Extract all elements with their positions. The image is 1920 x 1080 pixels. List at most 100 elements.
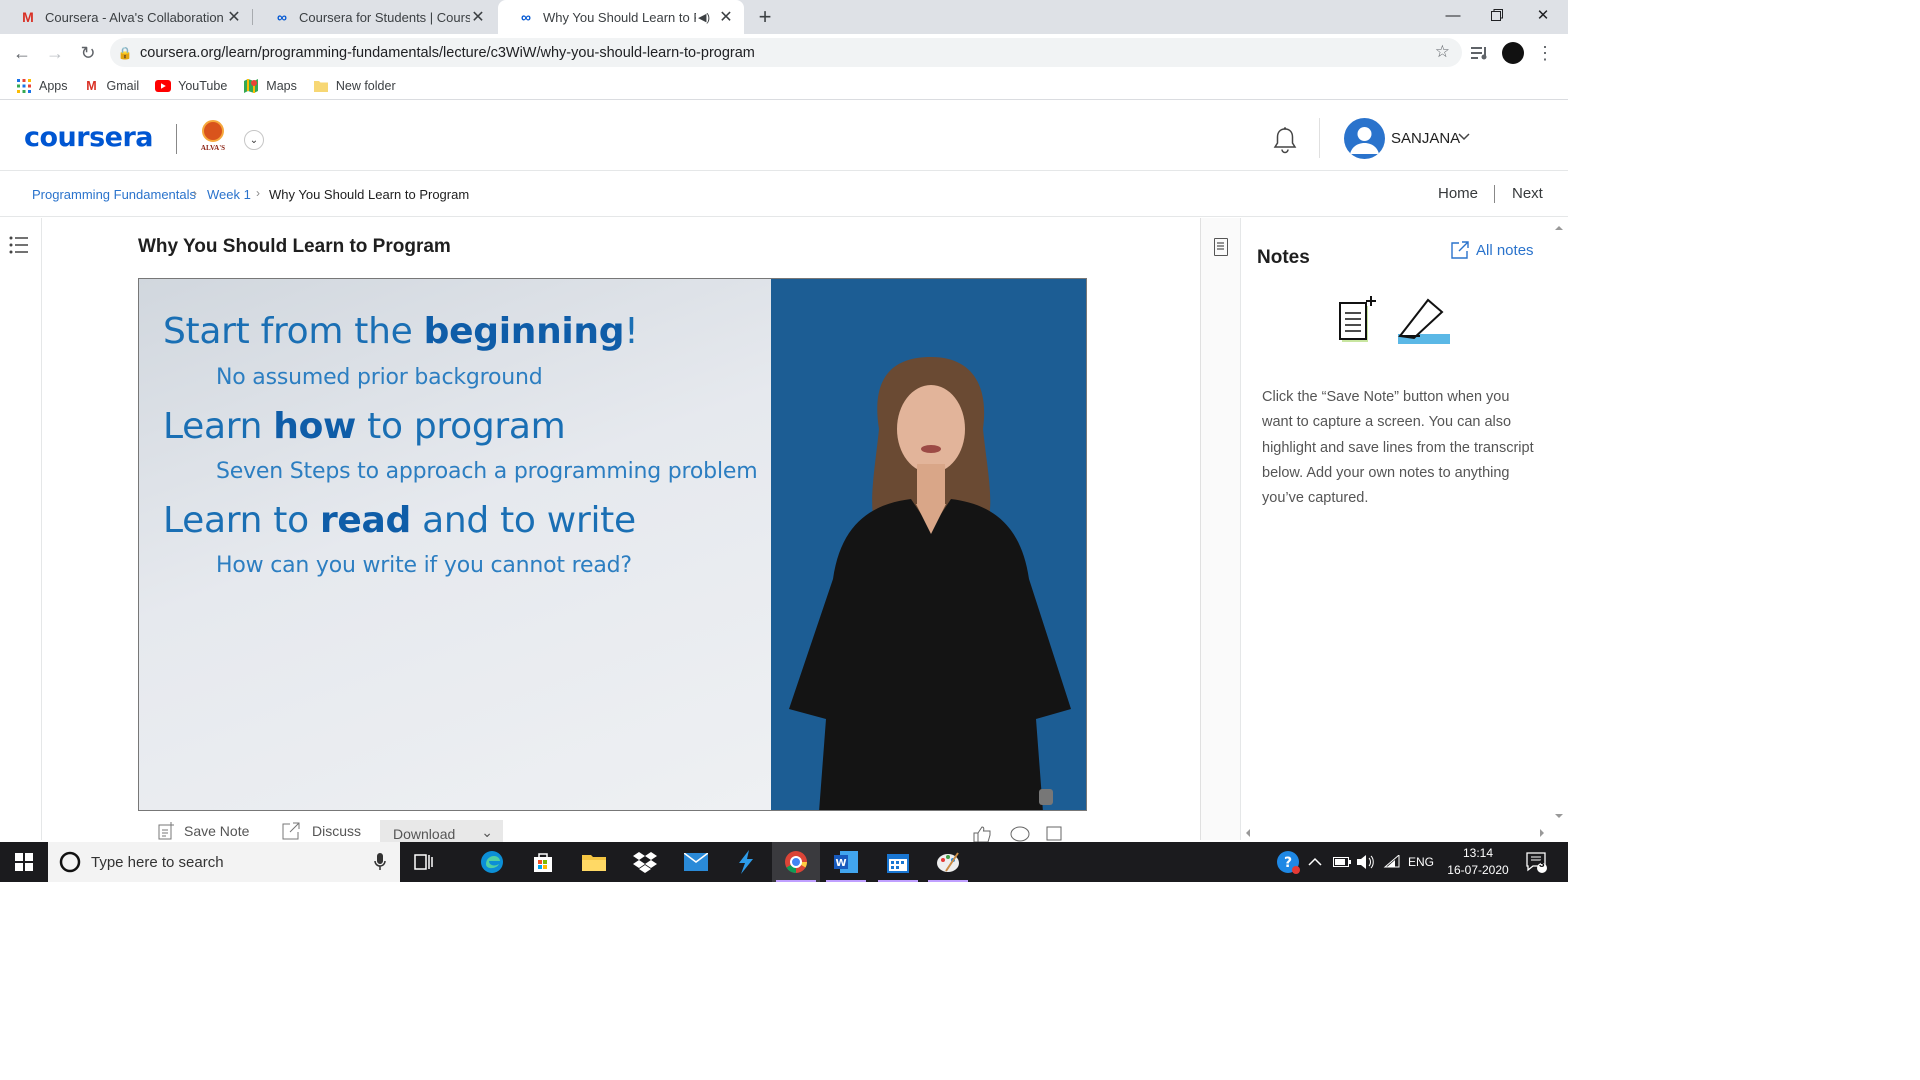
notification-bell-icon[interactable] <box>1272 126 1298 154</box>
tab-title: Why You Should Learn to Pro <box>543 9 696 25</box>
chrome-icon[interactable] <box>772 842 820 882</box>
speaker-icon[interactable]: ◀) <box>696 11 712 24</box>
address-bar[interactable]: 🔒 coursera.org/learn/programming-fundame… <box>110 38 1462 67</box>
home-link[interactable]: Home <box>1438 185 1478 202</box>
bookmark-new-folder[interactable]: New folder <box>313 78 396 94</box>
chevron-down-icon[interactable]: ⌄ <box>244 130 264 150</box>
external-link-icon <box>282 822 300 840</box>
discuss-button[interactable]: Discuss <box>282 822 361 840</box>
language-indicator[interactable]: ENG <box>1408 842 1434 882</box>
back-button[interactable]: ← <box>10 41 34 65</box>
menu-kebab-icon[interactable]: ⋮ <box>1533 41 1557 65</box>
taskbar-clock[interactable]: 13:14 16-07-2020 <box>1444 845 1512 879</box>
video-player[interactable]: Start from the beginning! No assumed pri… <box>138 278 1087 811</box>
horizontal-scrollbar[interactable] <box>1242 826 1550 840</box>
gmail-icon: M <box>86 78 97 93</box>
alvas-emblem-icon <box>202 120 224 142</box>
folder-icon <box>313 78 329 94</box>
username[interactable]: SANJANA <box>1391 130 1460 147</box>
task-view-icon[interactable] <box>400 842 448 882</box>
breadcrumb: Programming Fundamentals › Week 1 › Why … <box>0 171 1568 217</box>
forward-button[interactable]: → <box>43 41 67 65</box>
notes-icon[interactable] <box>1214 238 1228 256</box>
breadcrumb-current: Why You Should Learn to Program <box>269 187 470 202</box>
breadcrumb-course[interactable]: Programming Fundamentals <box>32 187 196 202</box>
user-avatar[interactable] <box>1344 118 1385 159</box>
volume-icon[interactable] <box>1357 842 1375 882</box>
course-outline-icon[interactable] <box>9 236 29 254</box>
close-icon[interactable]: ✕ <box>470 7 486 27</box>
flag-icon <box>1046 826 1062 841</box>
profile-avatar[interactable] <box>1502 42 1524 64</box>
lock-icon: 🔒 <box>117 45 133 60</box>
divider <box>1494 185 1495 203</box>
microphone-icon <box>374 853 386 870</box>
slide-subheading: No assumed prior background <box>216 365 543 390</box>
media-control-icon[interactable] <box>1468 41 1492 65</box>
help-icon[interactable]: ? <box>1276 842 1300 882</box>
close-icon[interactable]: ✕ <box>718 7 734 27</box>
windows-start-button[interactable] <box>0 842 48 882</box>
taskbar-search-box[interactable]: Type here to search <box>48 842 400 882</box>
chevron-up-icon[interactable] <box>1308 842 1322 882</box>
all-notes-link[interactable]: All notes <box>1451 241 1534 259</box>
bookmark-star-icon[interactable]: ☆ <box>1435 42 1450 62</box>
bookmark-label: Maps <box>266 78 297 93</box>
slide-subheading: How can you write if you cannot read? <box>216 553 632 578</box>
dropbox-icon[interactable] <box>621 842 669 882</box>
battery-icon[interactable] <box>1333 842 1351 882</box>
gmail-icon: M <box>22 9 34 25</box>
notes-rail <box>1201 218 1241 840</box>
lecture-title: Why You Should Learn to Program <box>138 236 451 257</box>
cortana-icon <box>59 851 81 873</box>
download-dropdown[interactable]: Download ⌄ <box>380 820 503 842</box>
store-icon[interactable] <box>519 842 567 882</box>
bookmark-gmail[interactable]: M Gmail <box>84 78 140 94</box>
file-explorer-icon[interactable] <box>570 842 618 882</box>
close-window-button[interactable]: ✕ <box>1520 0 1566 30</box>
paint-icon[interactable] <box>924 842 972 882</box>
bookmark-label: YouTube <box>178 78 228 93</box>
mail-icon[interactable] <box>672 842 720 882</box>
browser-tab[interactable]: ∞ Coursera for Students | Coursera ✕ <box>254 0 496 34</box>
bookmark-label: Apps <box>39 78 68 93</box>
next-link[interactable]: Next <box>1512 185 1543 202</box>
wifi-icon[interactable] <box>1383 842 1401 882</box>
comment-button[interactable] <box>1010 826 1030 842</box>
action-center-icon[interactable]: 3 <box>1526 842 1548 882</box>
browser-tab[interactable]: M Coursera - Alva's Collaboration - ✕ <box>0 0 252 34</box>
flag-button[interactable] <box>1046 826 1062 842</box>
save-note-button[interactable]: Save Note <box>158 822 249 840</box>
chevron-down-icon[interactable] <box>1458 130 1470 144</box>
reload-button[interactable]: ↻ <box>76 41 100 65</box>
edge-icon[interactable] <box>468 842 516 882</box>
minimize-button[interactable]: — <box>1430 0 1476 30</box>
scrollbar[interactable] <box>1550 218 1568 840</box>
slide-heading: Start from the beginning! <box>163 311 639 352</box>
close-icon[interactable]: ✕ <box>226 7 242 27</box>
maximize-button[interactable] <box>1474 0 1520 30</box>
breadcrumb-week[interactable]: Week 1 <box>207 187 251 202</box>
divider <box>176 124 177 154</box>
browser-tab-active[interactable]: ∞ Why You Should Learn to Pro ◀) ✕ <box>498 0 744 34</box>
bookmark-maps[interactable]: Maps <box>243 78 297 94</box>
bookmark-apps[interactable]: Apps <box>16 78 68 94</box>
presenter-figure <box>789 357 1071 810</box>
coursera-icon: ∞ <box>521 9 531 25</box>
notes-title: Notes <box>1257 247 1310 268</box>
calendar-icon[interactable] <box>874 842 922 882</box>
app-bolt-icon[interactable] <box>722 842 770 882</box>
divider <box>1319 118 1320 158</box>
lecture-slide: Start from the beginning! No assumed pri… <box>139 279 771 810</box>
windows-logo-icon <box>15 853 33 871</box>
like-button[interactable] <box>972 826 992 842</box>
maps-icon <box>243 78 259 94</box>
note-add-icon <box>158 822 174 840</box>
coursera-logo[interactable]: coursera <box>24 122 154 153</box>
bookmark-label: Gmail <box>106 78 140 93</box>
org-logo[interactable]: ALVA'S <box>198 120 228 156</box>
new-tab-button[interactable]: + <box>752 4 778 30</box>
word-icon[interactable]: W <box>822 842 870 882</box>
bookmark-youtube[interactable]: YouTube <box>155 78 227 94</box>
bookmarks-bar: Apps M Gmail YouTube Maps New folder <box>0 72 1568 100</box>
